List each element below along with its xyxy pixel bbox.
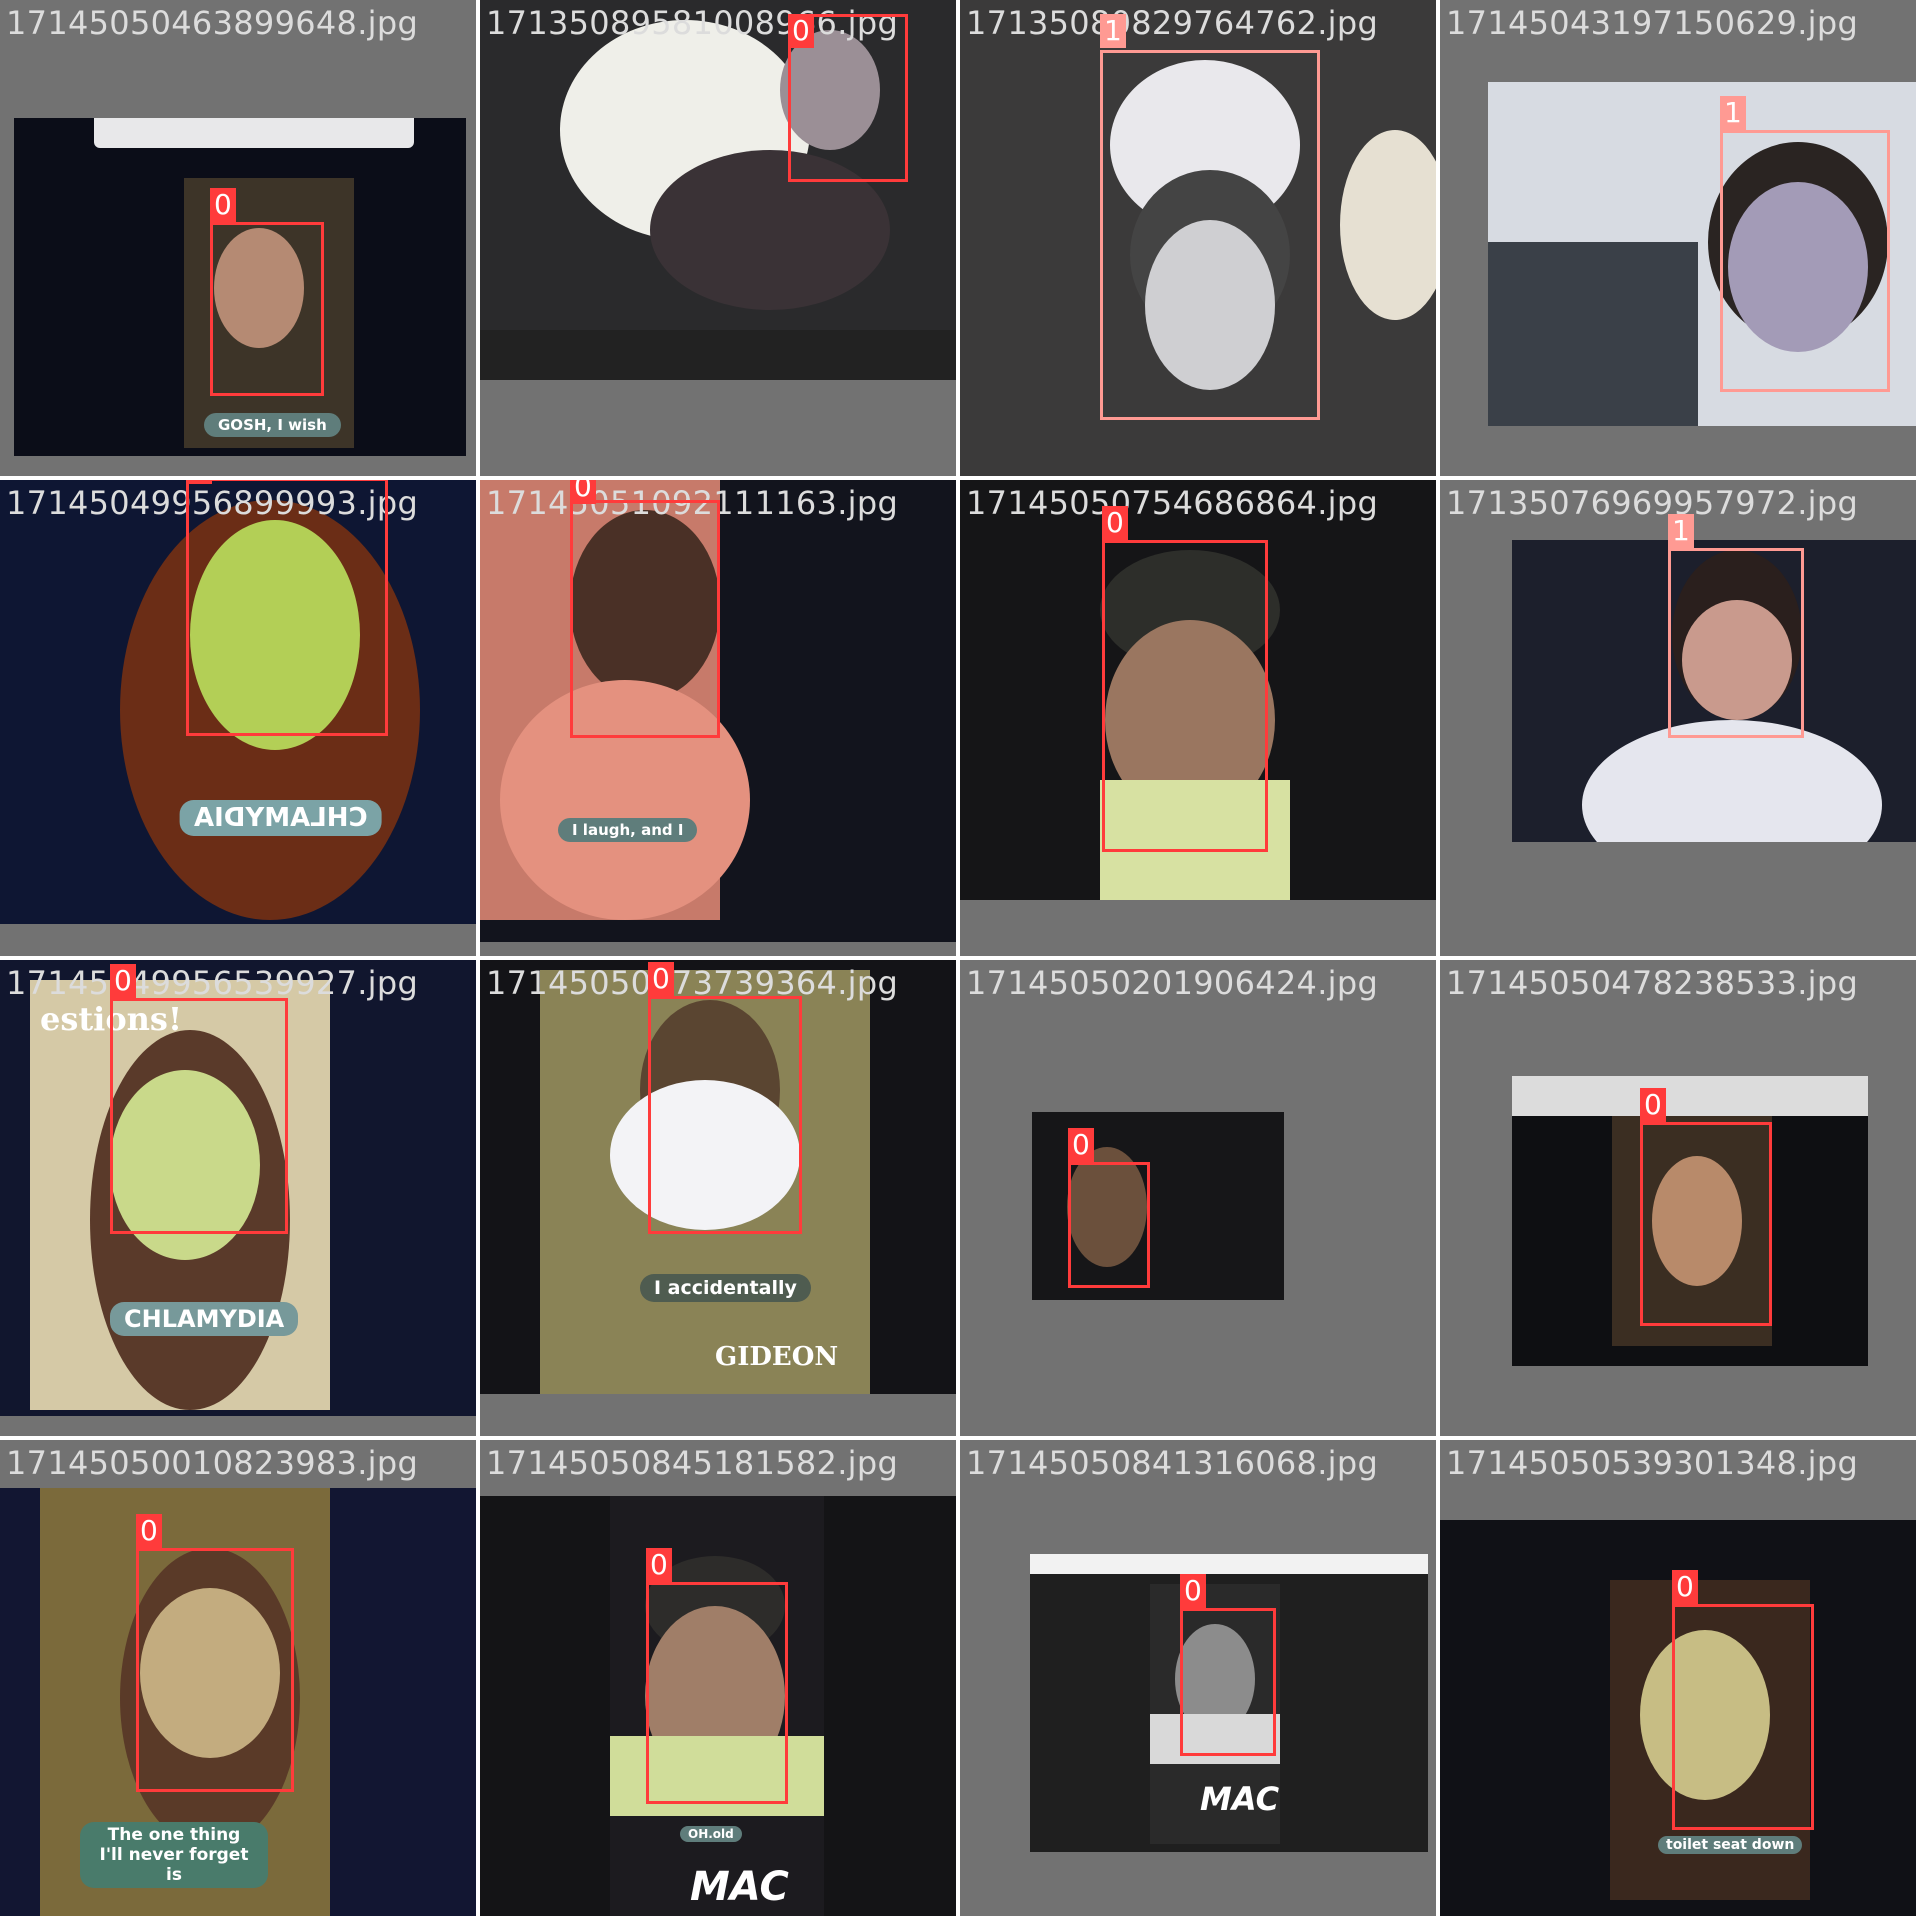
detection-box bbox=[210, 222, 324, 396]
detection-box bbox=[110, 998, 288, 1234]
filename-label: 17145043197150629.jpg bbox=[1446, 4, 1859, 42]
grid-tile[interactable]: MAC 17145050841316068.jpg 0 bbox=[960, 1440, 1436, 1916]
filename-label: 17145049956539927.jpg bbox=[6, 964, 419, 1002]
detection-box bbox=[136, 1548, 294, 1792]
class-label: 0 bbox=[210, 188, 236, 222]
overlay-text: GIDEON bbox=[715, 1342, 839, 1372]
detection-box bbox=[1720, 130, 1890, 392]
filename-label: 17145050539301348.jpg bbox=[1446, 1444, 1859, 1482]
class-label: 0 bbox=[648, 962, 674, 996]
grid-tile[interactable]: CHLAMYDIA 17145049956899993.jpg 0 bbox=[0, 480, 476, 956]
detection-box bbox=[1102, 540, 1268, 852]
overlay-text: MAC bbox=[1200, 1780, 1280, 1818]
grid-tile[interactable]: 17145050201906424.jpg 0 bbox=[960, 960, 1436, 1436]
detection-box bbox=[1100, 50, 1320, 420]
subtitle-text: CHLAMYDIA bbox=[180, 800, 382, 836]
filename-label: 17145050463899648.jpg bbox=[6, 4, 419, 42]
class-label: 1 bbox=[1668, 514, 1694, 548]
grid-tile[interactable]: 17135076969957972.jpg 1 bbox=[1440, 480, 1916, 956]
class-label: 0 bbox=[788, 14, 814, 48]
detection-box bbox=[1668, 548, 1804, 738]
detection-box bbox=[570, 500, 720, 738]
detection-box bbox=[1180, 1608, 1276, 1756]
detection-box bbox=[646, 1582, 788, 1804]
class-label: 0 bbox=[1640, 1088, 1666, 1122]
class-label: 0 bbox=[1068, 1128, 1094, 1162]
filename-label: 17145050478238533.jpg bbox=[1446, 964, 1859, 1002]
grid-tile[interactable]: 17145050478238533.jpg 0 bbox=[1440, 960, 1916, 1436]
grid-tile[interactable]: toilet seat down 17145050539301348.jpg 0 bbox=[1440, 1440, 1916, 1916]
class-label: 0 bbox=[1672, 1570, 1698, 1604]
subtitle-text: GOSH, I wish bbox=[204, 413, 341, 437]
detection-box bbox=[648, 996, 802, 1234]
grid-tile[interactable]: I laugh, and I 17145051092111163.jpg 0 bbox=[480, 480, 956, 956]
filename-label: 17135080829764762.jpg bbox=[966, 4, 1379, 42]
grid-tile[interactable]: GOSH, I wish 17145050463899648.jpg 0 bbox=[0, 0, 476, 476]
subtitle-text: toilet seat down bbox=[1658, 1836, 1803, 1854]
grid-tile[interactable]: OH.old MAC 17145050845181582.jpg 0 bbox=[480, 1440, 956, 1916]
class-label: 0 bbox=[136, 1514, 162, 1548]
filename-label: 17145050754686864.jpg bbox=[966, 484, 1379, 522]
grid-tile[interactable]: estions! CHLAMYDIA 17145049956539927.jpg… bbox=[0, 960, 476, 1436]
subtitle-text: The one thing I'll never forget is bbox=[80, 1822, 268, 1888]
filename-label: 17145050201906424.jpg bbox=[966, 964, 1379, 1002]
grid-tile[interactable]: 17145050754686864.jpg 0 bbox=[960, 480, 1436, 956]
filename-label: 17145050841316068.jpg bbox=[966, 1444, 1379, 1482]
class-label: 0 bbox=[110, 964, 136, 998]
grid-tile[interactable]: The one thing I'll never forget is 17145… bbox=[0, 1440, 476, 1916]
grid-tile[interactable]: 17145043197150629.jpg 1 bbox=[1440, 0, 1916, 476]
subtitle-text: I laugh, and I bbox=[558, 818, 698, 842]
detection-box bbox=[1640, 1122, 1772, 1326]
class-label: 0 bbox=[186, 480, 212, 484]
filename-label: 17145050845181582.jpg bbox=[486, 1444, 899, 1482]
class-label: 0 bbox=[1180, 1574, 1206, 1608]
detection-box bbox=[186, 480, 388, 736]
filename-label: 17135076969957972.jpg bbox=[1446, 484, 1859, 522]
class-label: 0 bbox=[646, 1548, 672, 1582]
class-label: 1 bbox=[1100, 14, 1126, 48]
grid-tile[interactable]: 17135080829764762.jpg 1 bbox=[960, 0, 1436, 476]
detection-box bbox=[1068, 1162, 1150, 1288]
subtitle-text: I accidentally bbox=[640, 1274, 811, 1302]
class-label: 0 bbox=[1102, 506, 1128, 540]
class-label: 0 bbox=[570, 480, 596, 504]
subtitle-text: CHLAMYDIA bbox=[110, 1302, 299, 1336]
grid-tile[interactable]: 17135089581008966.jpg 0 bbox=[480, 0, 956, 476]
subtitle-text: OH.old bbox=[680, 1826, 742, 1842]
detection-box bbox=[1672, 1604, 1814, 1830]
grid-tile[interactable]: I accidentally GIDEON 17145050573739364.… bbox=[480, 960, 956, 1436]
filename-label: 17145050010823983.jpg bbox=[6, 1444, 419, 1482]
overlay-text: MAC bbox=[690, 1864, 789, 1910]
image-grid: GOSH, I wish 17145050463899648.jpg 0 171… bbox=[0, 0, 1920, 1920]
class-label: 1 bbox=[1720, 96, 1746, 130]
